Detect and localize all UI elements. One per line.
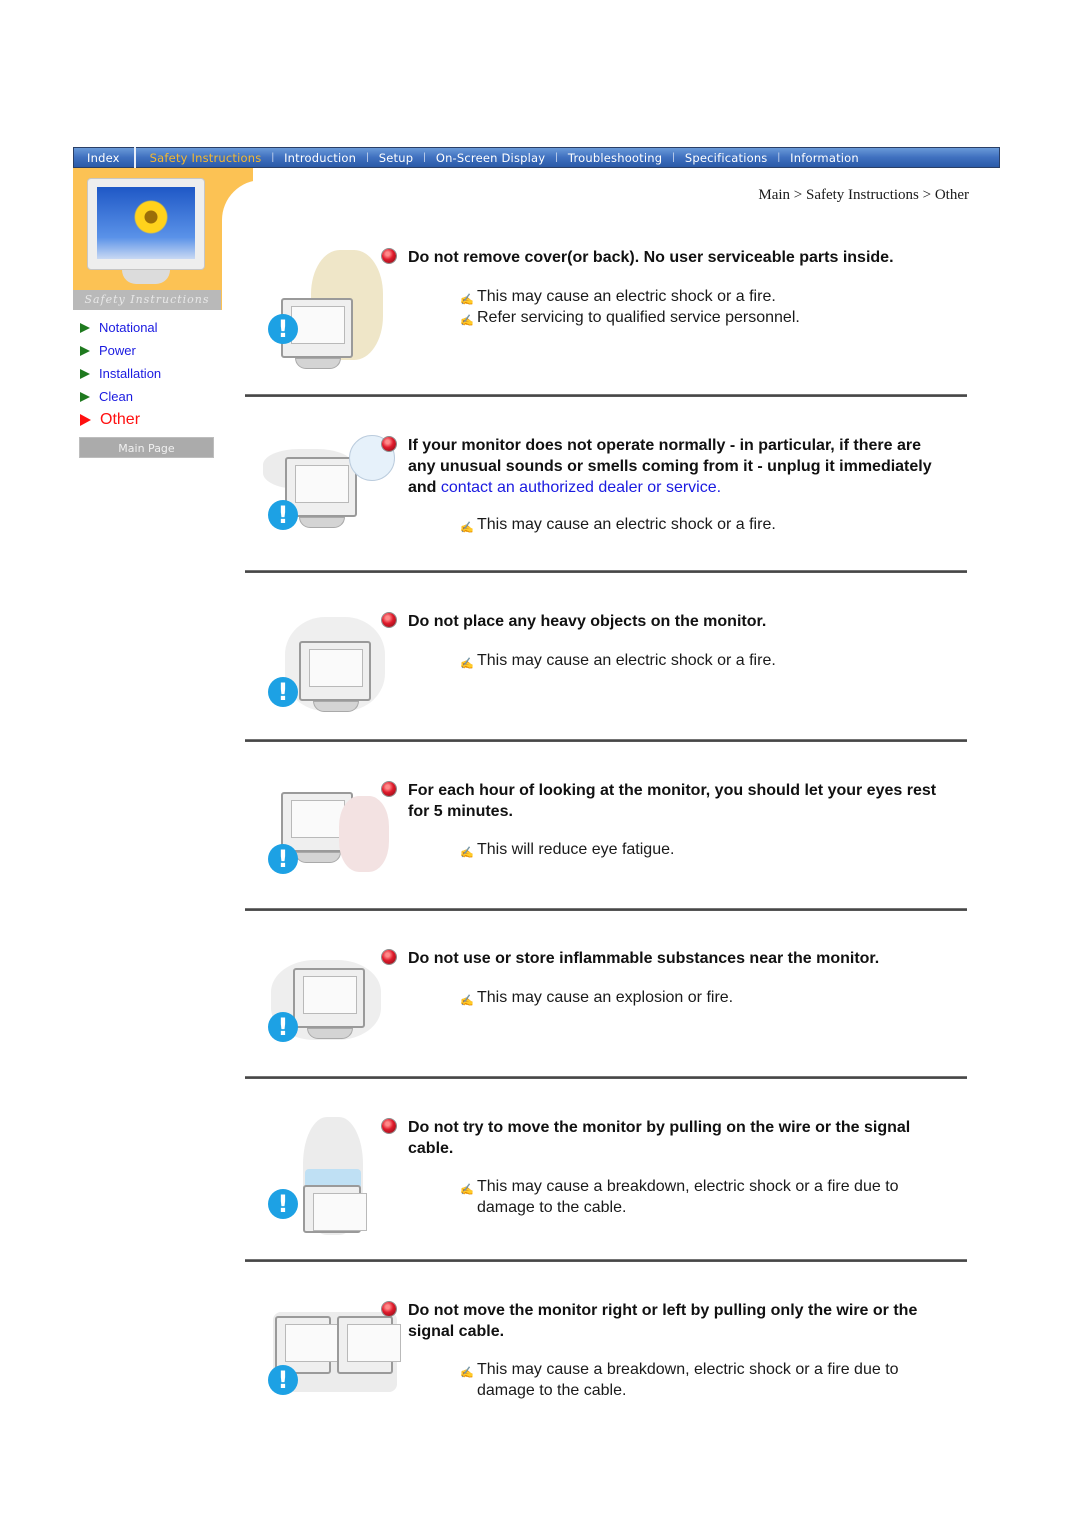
exclamation-icon: ! (268, 1189, 298, 1219)
nav-specifications[interactable]: Specifications (685, 151, 768, 165)
warning-section: ! Do not place any heavy objects on the … (245, 573, 967, 743)
top-navigation: Index Safety Instructions | Introduction… (73, 147, 1000, 168)
warning-section: ! Do not use or store inflammable substa… (245, 910, 967, 1080)
warning-notes: ✍ This may cause an electric shock or a f… (460, 515, 930, 536)
nav-divider: | (672, 152, 675, 163)
warning-notes: ✍ This may cause an electric shock or a f… (460, 287, 930, 328)
red-ball-icon (382, 950, 396, 964)
sidebar-item-label: Power (99, 343, 136, 358)
sidebar-item-other[interactable]: Other (80, 408, 161, 431)
sidebar-menu: Notational Power Installation Clean Othe… (80, 316, 161, 431)
arrow-right-icon (80, 368, 90, 379)
arrow-right-icon (80, 413, 91, 426)
exclamation-icon: ! (268, 1012, 298, 1042)
sunflower-icon (131, 197, 171, 237)
note-item: ✍ This will reduce eye fatigue. (460, 840, 930, 861)
warning-section: ! Do not try to move the monitor by pull… (245, 1079, 967, 1265)
main-page-button[interactable]: Main Page (79, 437, 214, 458)
nav-index[interactable]: Index (87, 151, 120, 165)
nav-divider: | (271, 152, 275, 163)
nav-setup[interactable]: Setup (379, 151, 413, 165)
smoking-monitor-unplug-illustration: ! (263, 435, 395, 565)
note-item: ✍ This may cause a breakdown, electric sh… (460, 1178, 899, 1216)
warning-section: ! If your monitor does not operate norma… (245, 397, 967, 577)
note-item: ✍ This may cause an explosion or fire. (460, 988, 930, 1009)
arrow-right-icon (80, 345, 90, 356)
note-item: ✍ Refer servicing to qualified service pe… (460, 308, 930, 329)
pencil-icon: ✍ (460, 847, 474, 859)
breadcrumb: Main > Safety Instructions > Other (758, 187, 969, 203)
sidebar-item-label: Notational (99, 320, 158, 335)
warning-title: Do not try to move the monitor by pullin… (382, 1117, 948, 1159)
warning-title: Do not remove cover(or back). No user se… (382, 247, 948, 268)
contact-dealer-link[interactable]: contact an authorized dealer or service (441, 479, 717, 496)
sidebar-caption: Safety Instructions (73, 290, 221, 310)
man-opening-monitor-cover-illustration: ! (263, 248, 388, 378)
sidebar-item-notational[interactable]: Notational (80, 316, 161, 339)
pencil-icon: ✍ (460, 314, 474, 327)
sidebar-item-label: Installation (99, 366, 162, 381)
warning-notes: ✍ This may cause an explosion or fire. (460, 988, 930, 1009)
pencil-icon: ✍ (460, 1184, 474, 1196)
warning-section: ! For each hour of looking at the monito… (245, 742, 967, 912)
red-ball-icon (382, 249, 396, 263)
pencil-icon: ✍ (460, 1367, 474, 1379)
red-ball-icon (382, 437, 396, 451)
red-ball-icon (382, 613, 396, 627)
arrow-right-icon (80, 391, 90, 402)
red-ball-icon (382, 1302, 396, 1316)
red-ball-icon (382, 782, 396, 796)
warning-notes: ✍ This may cause a breakdown, electric sh… (460, 1177, 930, 1218)
warning-section: ! Do not remove cover(or back). No user … (245, 240, 967, 400)
warning-notes: ✍ This will reduce eye fatigue. (460, 840, 930, 861)
warning-title: For each hour of looking at the monitor,… (382, 780, 948, 822)
monitor-near-flammables-illustration: ! (263, 960, 388, 1090)
warning-section: ! Do not move the monitor right or left … (245, 1262, 967, 1422)
sidebar-item-label: Other (100, 410, 141, 428)
exclamation-icon: ! (268, 314, 298, 344)
nav-troubleshooting[interactable]: Troubleshooting (568, 151, 662, 165)
warning-notes: ✍ This may cause a breakdown, electric sh… (460, 1360, 930, 1401)
exclamation-icon: ! (268, 844, 298, 874)
nav-divider: | (423, 152, 426, 163)
title-period: . (716, 479, 722, 496)
note-item: ✍ This may cause a breakdown, electric sh… (460, 1361, 899, 1399)
arrow-right-icon (80, 322, 90, 333)
nav-divider (133, 147, 136, 168)
pencil-icon: ✍ (460, 658, 474, 670)
nav-divider: | (366, 152, 369, 163)
monitor-sunflower-image (87, 178, 205, 286)
exclamation-icon: ! (268, 500, 298, 530)
woman-resting-eyes-illustration: ! (263, 792, 389, 922)
nav-introduction[interactable]: Introduction (284, 151, 356, 165)
warning-title: Do not use or store inflammable substanc… (382, 948, 948, 969)
warning-notes: ✍ This may cause an electric shock or a f… (460, 651, 930, 672)
sidebar-item-installation[interactable]: Installation (80, 362, 161, 385)
nav-divider: | (777, 152, 781, 163)
monitor-lifted-by-cable-illustration: ! (263, 1117, 388, 1237)
nav-divider: | (555, 152, 558, 163)
exclamation-icon: ! (268, 677, 298, 707)
warning-title: Do not move the monitor right or left by… (382, 1300, 948, 1342)
nav-on-screen-display[interactable]: On-Screen Display (436, 151, 545, 165)
note-item: ✍ This may cause an electric shock or a f… (460, 515, 930, 536)
sidebar-item-label: Clean (99, 389, 133, 404)
exclamation-icon: ! (268, 1365, 298, 1395)
warning-title: If your monitor does not operate normall… (382, 435, 948, 498)
warning-title: Do not place any heavy objects on the mo… (382, 611, 948, 632)
note-item: ✍ This may cause an electric shock or a f… (460, 287, 930, 308)
monitor-with-heavy-objects-illustration: ! (263, 617, 388, 747)
note-item: ✍ This may cause an electric shock or a f… (460, 651, 930, 672)
pencil-icon: ✍ (460, 522, 474, 534)
nav-information[interactable]: Information (790, 151, 859, 165)
sidebar-item-clean[interactable]: Clean (80, 385, 161, 408)
nav-safety-instructions[interactable]: Safety Instructions (150, 151, 262, 165)
red-ball-icon (382, 1119, 396, 1133)
pencil-icon: ✍ (460, 995, 474, 1007)
monitor-dragged-by-cable-illustration: ! (263, 1310, 401, 1400)
sidebar-item-power[interactable]: Power (80, 339, 161, 362)
